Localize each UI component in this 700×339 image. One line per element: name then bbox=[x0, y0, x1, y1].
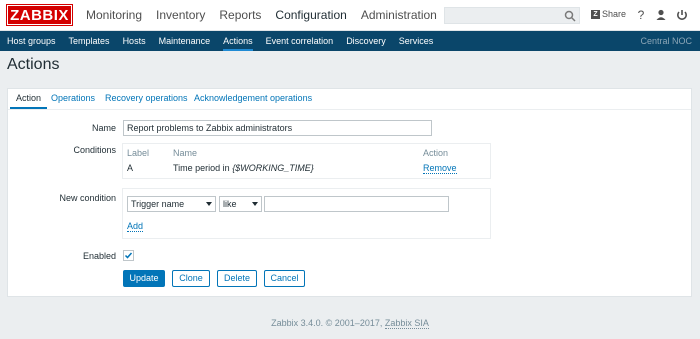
menu-configuration[interactable]: Configuration bbox=[275, 0, 346, 31]
tab-recovery-operations[interactable]: Recovery operations bbox=[105, 89, 188, 107]
action-form-panel: Action Operations Recovery operations Ac… bbox=[7, 88, 692, 297]
search-icon[interactable] bbox=[564, 10, 576, 22]
update-button[interactable]: Update bbox=[123, 270, 165, 287]
chevron-down-icon bbox=[252, 202, 258, 206]
share-icon: Z bbox=[591, 9, 600, 19]
zabbix-logo[interactable]: ZABBIX bbox=[6, 4, 73, 26]
clone-button[interactable]: Clone bbox=[172, 270, 210, 287]
menu-monitoring[interactable]: Monitoring bbox=[86, 0, 142, 31]
chevron-down-icon bbox=[206, 202, 212, 206]
tab-acknowledgement-operations[interactable]: Acknowledgement operations bbox=[194, 89, 312, 107]
user-icon[interactable] bbox=[654, 8, 668, 22]
condition-name-text: Time period in bbox=[173, 163, 233, 173]
checkmark-icon bbox=[124, 252, 133, 259]
server-name: Central NOC bbox=[640, 36, 692, 46]
help-icon[interactable]: ? bbox=[634, 8, 648, 22]
conditions-header-action: Action bbox=[423, 148, 449, 158]
condition-row-name: Time period in {$WORKING_TIME} bbox=[173, 163, 314, 173]
sub-menu-bar: Host groups Templates Hosts Maintenance … bbox=[0, 31, 700, 51]
enabled-label: Enabled bbox=[82, 251, 116, 261]
submenu-event-correlation[interactable]: Event correlation bbox=[266, 31, 334, 51]
conditions-header-label: Label bbox=[127, 148, 150, 158]
submenu-host-groups[interactable]: Host groups bbox=[7, 31, 56, 51]
add-condition-link[interactable]: Add bbox=[127, 221, 144, 232]
submenu-maintenance[interactable]: Maintenance bbox=[159, 31, 211, 51]
operator-select[interactable]: like bbox=[219, 196, 262, 212]
submenu-services[interactable]: Services bbox=[399, 31, 434, 51]
search-input[interactable] bbox=[444, 7, 580, 24]
submenu-hosts[interactable]: Hosts bbox=[123, 31, 146, 51]
tab-action[interactable]: Action bbox=[10, 89, 48, 109]
submenu-discovery[interactable]: Discovery bbox=[346, 31, 386, 51]
sub-menu: Host groups Templates Hosts Maintenance … bbox=[7, 31, 446, 51]
condition-value-input[interactable] bbox=[264, 196, 449, 212]
main-menu: Monitoring Inventory Reports Configurati… bbox=[86, 0, 451, 31]
form-tabs: Action Operations Recovery operations Ac… bbox=[8, 89, 691, 110]
enabled-checkbox[interactable] bbox=[123, 250, 134, 261]
name-input[interactable] bbox=[123, 120, 432, 136]
top-header: ZABBIX Monitoring Inventory Reports Conf… bbox=[0, 0, 700, 31]
new-condition-label: New condition bbox=[59, 193, 116, 203]
share-link[interactable]: Z Share bbox=[591, 9, 626, 19]
tab-operations[interactable]: Operations bbox=[51, 89, 95, 107]
remove-condition-link[interactable]: Remove bbox=[423, 163, 457, 174]
conditions-header-name: Name bbox=[173, 148, 198, 158]
share-label: Share bbox=[602, 9, 627, 19]
submenu-templates[interactable]: Templates bbox=[69, 31, 110, 51]
delete-button[interactable]: Delete bbox=[217, 270, 257, 287]
menu-reports[interactable]: Reports bbox=[219, 0, 261, 31]
operator-value: like bbox=[223, 199, 237, 209]
menu-inventory[interactable]: Inventory bbox=[156, 0, 205, 31]
condition-type-select[interactable]: Trigger name bbox=[127, 196, 216, 212]
new-condition-box: Trigger name like Add bbox=[122, 188, 491, 239]
condition-row-label: A bbox=[127, 163, 134, 173]
name-label: Name bbox=[91, 123, 116, 133]
footer-text: Zabbix 3.4.0. © 2001–2017, bbox=[271, 318, 385, 328]
submenu-actions[interactable]: Actions bbox=[223, 31, 253, 51]
conditions-table: Label Name Action A Time period in {$WOR… bbox=[122, 143, 491, 179]
footer-link[interactable]: Zabbix SIA bbox=[384, 318, 429, 329]
menu-administration[interactable]: Administration bbox=[361, 0, 437, 31]
page-title: Actions bbox=[7, 56, 60, 73]
conditions-label: Conditions bbox=[73, 145, 116, 155]
footer: Zabbix 3.4.0. © 2001–2017, Zabbix SIA bbox=[0, 318, 700, 329]
condition-macro: {$WORKING_TIME} bbox=[232, 163, 314, 173]
cancel-button[interactable]: Cancel bbox=[264, 270, 305, 287]
logout-icon[interactable] bbox=[675, 8, 689, 22]
condition-type-value: Trigger name bbox=[131, 199, 185, 209]
